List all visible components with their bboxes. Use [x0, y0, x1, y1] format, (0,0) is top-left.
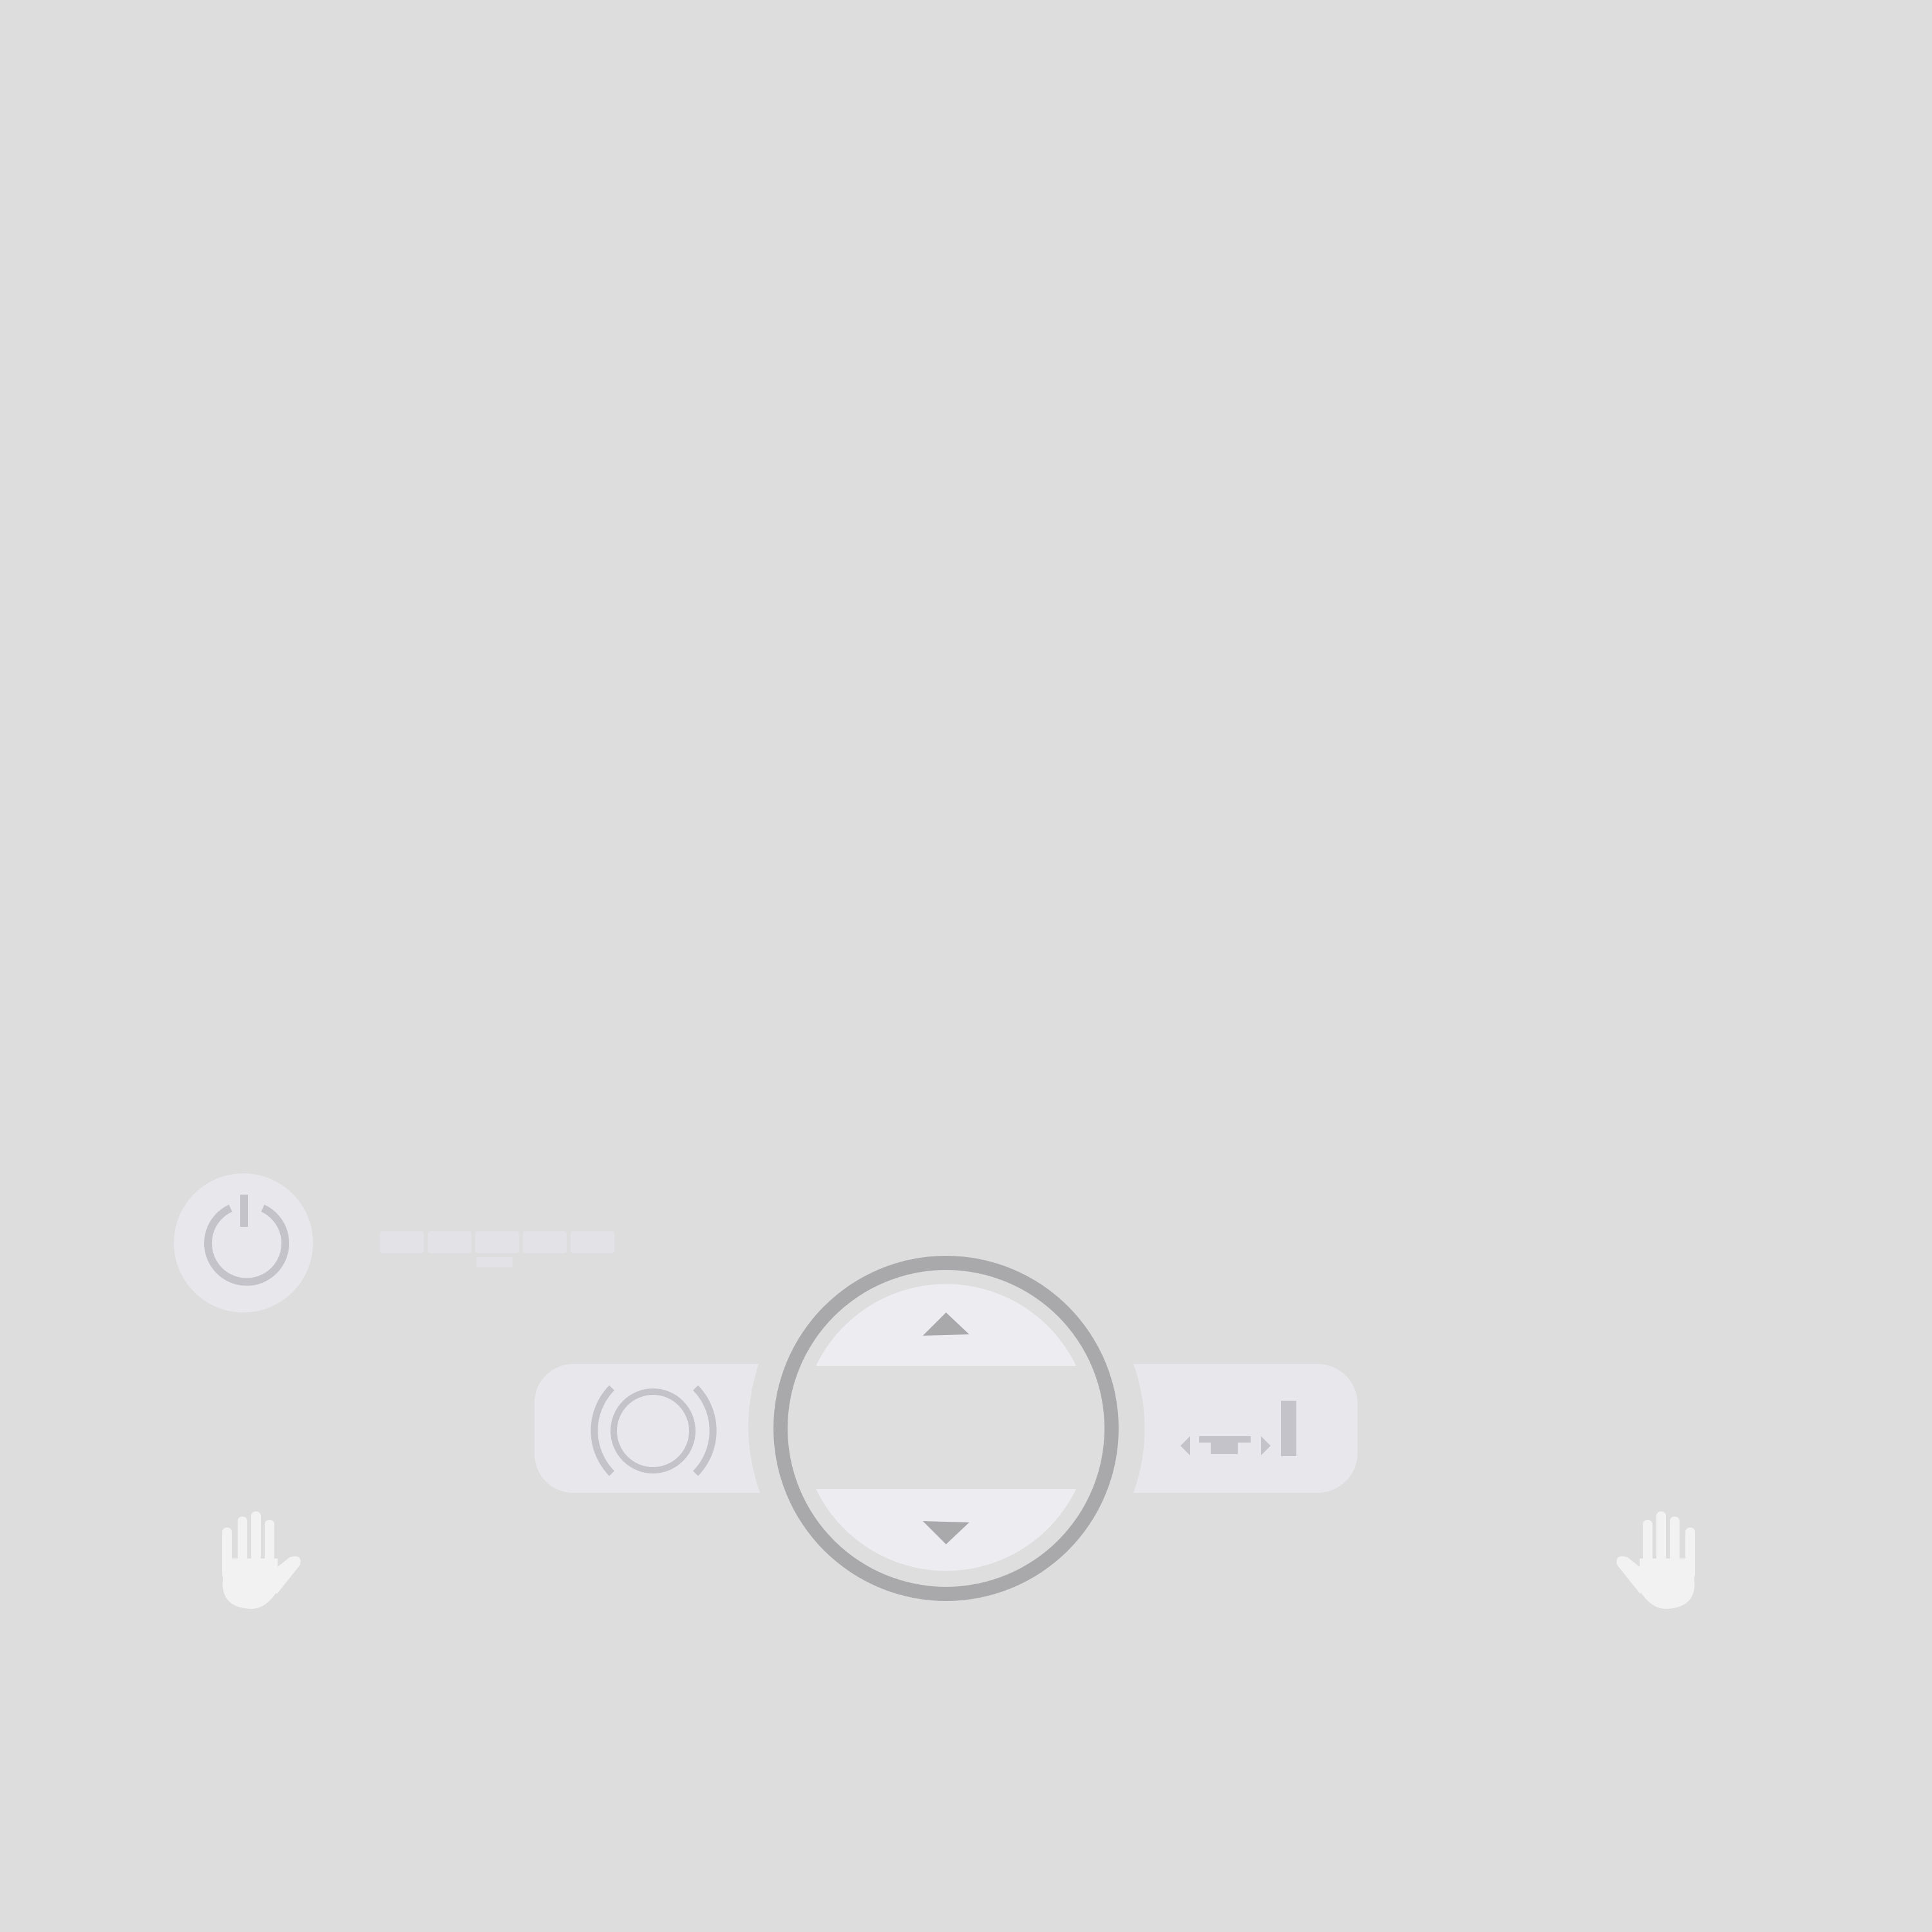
status-indicator [380, 1231, 614, 1267]
left-hand-icon [222, 1511, 301, 1609]
power-button[interactable] [174, 1173, 313, 1312]
lens-pad-button[interactable] [535, 1364, 760, 1493]
right-hand-icon [1616, 1511, 1695, 1609]
remote-control-surface [174, 1173, 1695, 1609]
return-pad-button[interactable] [1133, 1364, 1358, 1493]
